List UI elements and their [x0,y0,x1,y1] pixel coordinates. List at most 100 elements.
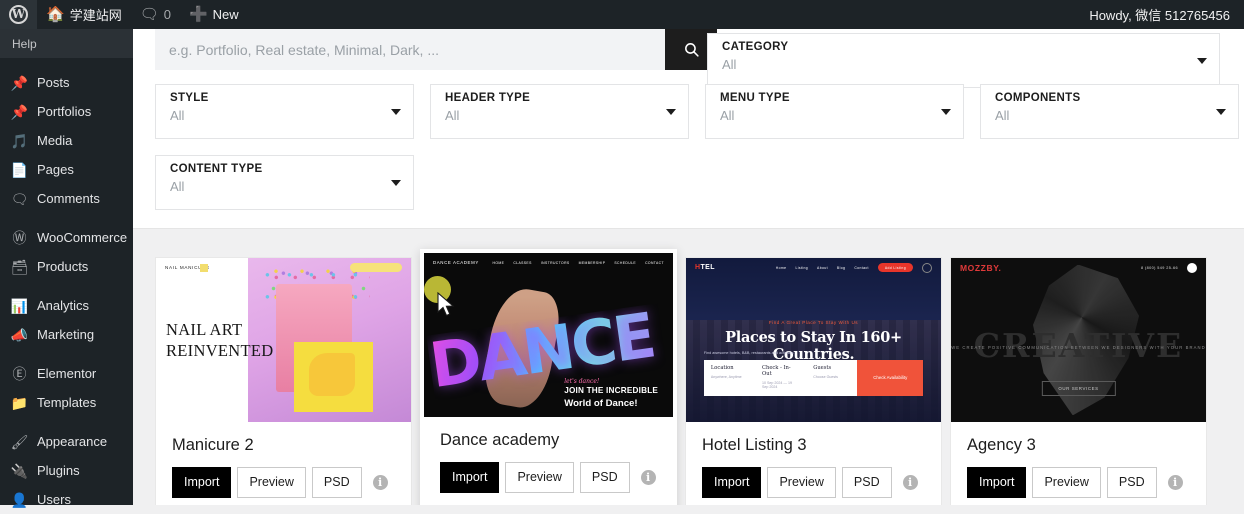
sidebar-item-analytics[interactable]: 📊Analytics [0,291,133,320]
filter-value: All [720,108,951,123]
sidebar-item-products[interactable]: 🗃Products [0,252,133,281]
search-input[interactable] [169,42,651,58]
template-thumbnail[interactable]: HTELHomeListingAboutBlogContactAdd Listi… [686,258,941,422]
thumb-nav-item: MEMBERSHIP [579,261,606,265]
comment-icon: 🗨 [11,190,28,207]
thumb-logo-chip [200,264,208,272]
info-icon[interactable]: i [903,475,918,490]
thumb-nav: 8 (800) 549 25-66 [1141,263,1197,273]
import-button[interactable]: Import [702,467,761,498]
template-thumbnail-nail[interactable]: NAIL MANICURENAIL ARTREINVENTED [156,258,411,422]
user-icon: 👤 [11,491,28,508]
template-card-body: Hotel Listing 3ImportPreviewPSDi [686,422,941,505]
thumb-search-field-title: Guests [813,365,850,371]
preview-button[interactable]: Preview [1032,467,1100,498]
template-card[interactable]: NAIL MANICURENAIL ARTREINVENTED Manicure … [155,257,412,505]
template-thumbnail[interactable]: DANCEDANCE ACADEMYHOMECLASSESINSTRUCTORS… [424,253,673,417]
comment-bubble-icon: 🗨 [140,7,159,22]
template-card[interactable]: DANCEDANCE ACADEMYHOMECLASSESINSTRUCTORS… [420,249,677,505]
thumb-search-field-title: Location [711,365,748,371]
thumb-nav-item: CLASSES [513,261,531,265]
products-icon: 🗃 [11,258,28,275]
account-menu[interactable]: Howdy, 微信 512765456 [1089,5,1244,24]
thumb-nav-item: About [817,266,828,270]
wordpress-logo-button[interactable] [0,0,37,29]
thumb-search-field-value: Anywhere, Anytime [711,375,748,379]
search-box[interactable] [155,29,665,70]
folder-icon: 📁 [11,394,28,411]
psd-button[interactable]: PSD [1107,467,1157,498]
preview-button[interactable]: Preview [767,467,835,498]
psd-button[interactable]: PSD [580,462,630,493]
preview-button[interactable]: Preview [505,462,573,493]
sidebar-item-label: Portfolios [37,105,91,118]
thumb-cta-line1: JOIN THE INCREDIBLE [564,386,658,395]
sidebar-item-woocommerce[interactable]: ⓌWooCommerce [0,223,133,252]
import-button[interactable]: Import [967,467,1026,498]
template-thumbnail-agency[interactable]: CREATIVEWE CREATE POSITIVE COMMUNICATION… [951,258,1206,422]
sidebar-item-media[interactable]: 🎵Media [0,126,133,155]
sidebar-item-posts[interactable]: 📌Posts [0,68,133,97]
template-title: Manicure 2 [172,436,395,454]
pin-icon: 📌 [11,74,28,91]
filter-select-menu-type[interactable]: MENU TYPE All [705,84,964,139]
sidebar-item-portfolios[interactable]: 📌Portfolios [0,97,133,126]
media-icon: 🎵 [11,132,28,149]
thumb-navbar: HTELHomeListingAboutBlogContactAdd Listi… [686,258,941,277]
filter-select-header-type[interactable]: HEADER TYPE All [430,84,689,139]
thumb-logo: MOZZBY. [960,263,1002,273]
site-name-button[interactable]: 🏠 学建站网 [37,0,131,29]
template-thumbnail[interactable]: NAIL MANICURENAIL ARTREINVENTED [156,258,411,422]
sidebar-item-elementor[interactable]: ⒺElementor [0,359,133,388]
preview-button[interactable]: Preview [237,467,305,498]
import-button[interactable]: Import [172,467,231,498]
thumb-headline-line2: REINVENTED [166,341,273,362]
sidebar-item-pages[interactable]: 📄Pages [0,155,133,184]
template-thumbnail[interactable]: CREATIVEWE CREATE POSITIVE COMMUNICATION… [951,258,1206,422]
info-icon[interactable]: i [641,470,656,485]
template-thumbnail-hotel[interactable]: HTELHomeListingAboutBlogContactAdd Listi… [686,258,941,422]
filter-value: All [170,179,401,194]
filter-value: All [445,108,676,123]
thumb-search-widget: LocationAnywhere, AnytimeCheck - In-Out1… [704,360,923,396]
wordpress-logo-icon [9,5,28,24]
import-button[interactable]: Import [440,462,499,493]
thumb-kicker: Find A Great Place To Stay With Us [686,320,941,325]
sidebar-item-marketing[interactable]: 📣Marketing [0,320,133,349]
thumb-nav-item: SCHEDULE [614,261,636,265]
user-account-icon [922,263,932,273]
template-thumbnail-dance[interactable]: DANCEDANCE ACADEMYHOMECLASSESINSTRUCTORS… [424,253,673,417]
hand-graphic [309,353,355,396]
filter-select-category[interactable]: CATEGORY All [707,33,1220,88]
content-area: CATEGORY All STYLE All HEADER TYPE All M… [133,29,1244,505]
filter-select-components[interactable]: COMPONENTS All [980,84,1239,139]
sidebar-item-templates[interactable]: 📁Templates [0,388,133,417]
thumb-logo: HTEL [695,264,715,271]
new-content-button[interactable]: ➕ New [180,0,248,29]
thumb-button: OUR SERVICES [1041,381,1115,396]
thumb-phone: 8 (800) 549 25-66 [1141,266,1178,270]
info-icon[interactable]: i [1168,475,1183,490]
info-icon[interactable]: i [373,475,388,490]
template-actions: ImportPreviewPSD i [440,462,657,493]
sidebar-item-comments[interactable]: 🗨Comments [0,184,133,213]
help-tab[interactable]: Help [0,29,133,58]
thumb-cta-line2: World of Dance! [564,398,658,409]
thumb-search-field: Location Anywhere, Anytime [704,360,755,396]
home-icon: 🏠 [46,7,65,22]
brush-icon: 🖌 [11,433,28,450]
thumb-nav-button: Add Listing [878,263,913,272]
plus-icon: ➕ [189,7,208,22]
filter-select-style[interactable]: STYLE All [155,84,414,139]
sidebar-item-users[interactable]: 👤Users [0,485,133,514]
psd-button[interactable]: PSD [842,467,892,498]
filter-select-content-type[interactable]: CONTENT TYPE All [155,155,414,210]
psd-button[interactable]: PSD [312,467,362,498]
template-card[interactable]: HTELHomeListingAboutBlogContactAdd Listi… [685,257,942,505]
plug-icon: 🔌 [11,462,28,479]
template-card[interactable]: CREATIVEWE CREATE POSITIVE COMMUNICATION… [950,257,1207,505]
menu-toggle-icon [1187,263,1197,273]
comments-button[interactable]: 🗨 0 [131,0,180,29]
sidebar-item-plugins[interactable]: 🔌Plugins [0,456,133,485]
sidebar-item-appearance[interactable]: 🖌Appearance [0,427,133,456]
